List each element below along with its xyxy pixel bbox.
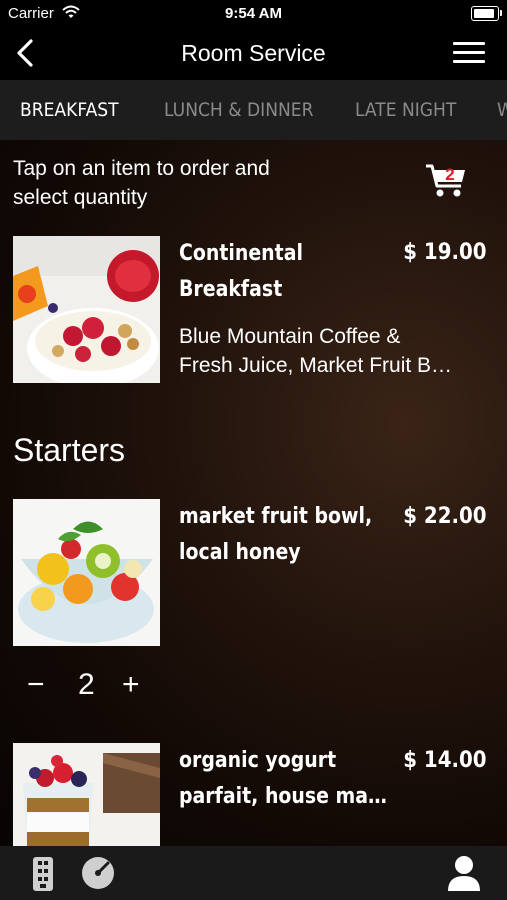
item-name[interactable]: market fruit bowl, local honey [179,499,373,571]
cart-count: 2 [445,165,454,184]
status-bar: Carrier 9:54 AM [0,0,507,28]
item-name-line: Breakfast [179,277,283,302]
instructions-text: Tap on an item to order and select quant… [13,154,333,212]
continental-breakfast-image[interactable] [13,236,160,383]
instructions-line: Tap on an item to order and [13,157,270,180]
profile-button[interactable] [446,854,482,897]
item-description: Blue Mountain Coffee & Fresh Juice, Mark… [179,322,479,380]
remote-control-icon [33,857,53,891]
section-title: Starters [13,432,126,468]
item-name[interactable]: organic yogurt parfait, house ma… [179,743,387,815]
cart-icon: 2 [426,164,465,197]
clock: 9:54 AM [225,5,282,22]
item-name-line: local honey [179,540,301,565]
item-name-line: market fruit bowl, [179,504,373,529]
quantity-value: 2 [78,668,95,701]
dial-icon [82,857,114,889]
increase-quantity-button[interactable]: + [122,668,140,702]
item-name[interactable]: Continental Breakfast [179,236,364,308]
item-name-line: Continental [179,241,303,266]
bottom-toolbar [0,846,507,900]
fruit-bowl-image[interactable] [13,499,160,646]
tab-late-night[interactable]: LATE NIGHT [355,99,456,121]
item-name-line: organic yogurt [179,748,337,773]
decrease-quantity-button[interactable]: − [27,668,45,702]
tab-lunch-dinner[interactable]: LUNCH & DINNER [164,99,313,121]
navigation-bar: Room Service [0,28,507,80]
battery-level [474,9,494,18]
item-description-line: Fresh Juice, Market Fruit B… [179,354,453,377]
item-price: $ 14.00 [403,748,487,773]
page-title: Room Service [181,40,326,66]
tab-partial[interactable]: W [497,99,507,121]
yogurt-parfait-image[interactable] [13,743,160,846]
menu-line [453,42,485,45]
menu-line [453,51,485,54]
user-icon [448,856,480,891]
menu-line [453,60,485,63]
battery-icon [471,6,502,21]
remote-control-button[interactable] [32,856,54,897]
category-tabs: BREAKFAST LUNCH & DINNER LATE NIGHT W [0,80,507,140]
instructions-line: select quantity [13,186,148,209]
dial-button[interactable] [81,856,115,895]
item-description-line: Blue Mountain Coffee & [179,325,401,348]
item-price: $ 19.00 [403,240,487,265]
tab-breakfast[interactable]: BREAKFAST [20,99,119,121]
cart-button[interactable]: 2 [425,160,469,202]
item-price: $ 22.00 [403,504,487,529]
item-name-line: parfait, house ma… [179,784,387,809]
hamburger-menu-button[interactable] [453,42,485,64]
